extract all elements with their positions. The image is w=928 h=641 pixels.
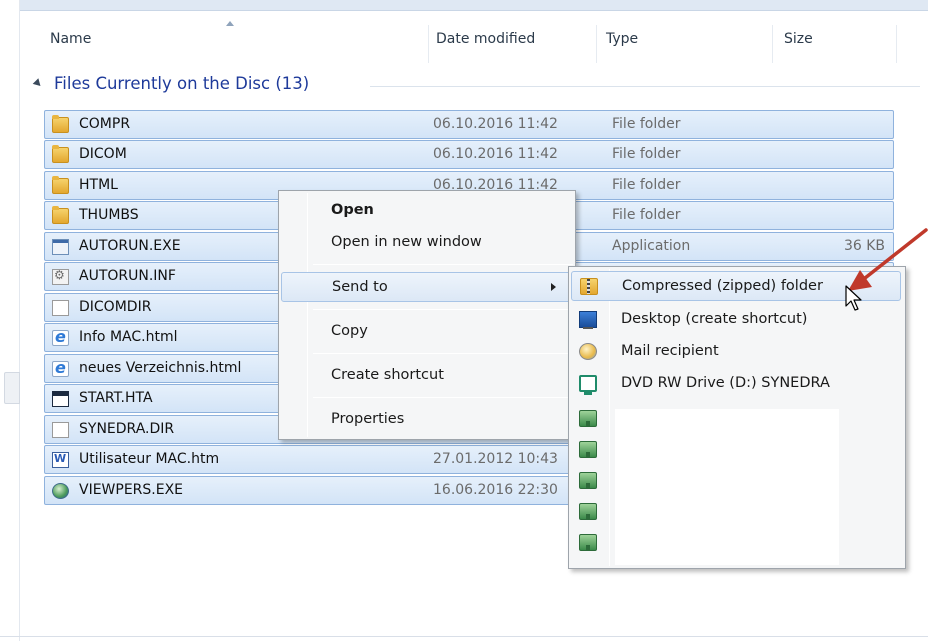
file-name: Info MAC.html bbox=[79, 329, 178, 345]
navigation-pane-edge bbox=[0, 0, 20, 641]
network-drive-icon bbox=[579, 441, 597, 458]
network-drive-icon bbox=[579, 472, 597, 489]
column-size[interactable]: Size bbox=[784, 31, 813, 47]
file-name: VIEWPERS.EXE bbox=[79, 482, 184, 498]
folder-icon bbox=[52, 176, 69, 194]
blank-file-icon bbox=[52, 422, 69, 438]
mail-icon bbox=[579, 343, 597, 360]
column-separator[interactable] bbox=[772, 25, 773, 63]
menu-item-create-shortcut[interactable]: Create shortcut bbox=[281, 361, 573, 391]
menu-item-open-new-window[interactable]: Open in new window bbox=[281, 228, 573, 258]
menu-item-network-drive[interactable] bbox=[571, 435, 901, 465]
file-name: AUTORUN.EXE bbox=[79, 238, 181, 254]
html-file-icon bbox=[52, 358, 69, 377]
mouse-cursor-icon bbox=[845, 285, 862, 311]
menu-item-label: Create shortcut bbox=[331, 367, 444, 383]
file-name: DICOM bbox=[79, 146, 127, 162]
file-row[interactable]: COMPR 06.10.2016 11:42 File folder bbox=[44, 110, 894, 139]
menu-item-copy[interactable]: Copy bbox=[281, 317, 573, 347]
menu-item-network-drive[interactable] bbox=[571, 528, 901, 558]
globe-app-icon bbox=[52, 483, 69, 499]
folder-icon bbox=[52, 145, 69, 163]
menu-item-network-drive[interactable] bbox=[571, 497, 901, 527]
file-name: START.HTA bbox=[79, 390, 153, 406]
file-type: File folder bbox=[612, 177, 681, 193]
application-icon bbox=[52, 239, 69, 255]
column-date-modified[interactable]: Date modified bbox=[436, 31, 535, 47]
desktop-icon bbox=[579, 311, 597, 329]
menu-separator bbox=[313, 309, 573, 310]
file-type: File folder bbox=[612, 207, 681, 223]
column-header-bar: Name Date modified Type Size bbox=[20, 11, 928, 63]
file-name: AUTORUN.INF bbox=[79, 268, 176, 284]
menu-item-label: Open in new window bbox=[331, 234, 482, 250]
menu-item-dvd-drive[interactable]: DVD RW Drive (D:) SYNEDRA bbox=[571, 369, 901, 399]
submenu-arrow-icon bbox=[551, 283, 556, 291]
menu-item-label: Compressed (zipped) folder bbox=[622, 278, 823, 294]
folder-icon bbox=[52, 115, 69, 133]
file-name: COMPR bbox=[79, 116, 131, 132]
file-date: 16.06.2016 22:30 bbox=[433, 482, 558, 498]
menu-separator bbox=[313, 397, 573, 398]
file-size: 36 KB bbox=[843, 238, 885, 254]
menu-item-mail-recipient[interactable]: Mail recipient bbox=[571, 337, 901, 367]
column-type[interactable]: Type bbox=[606, 31, 638, 47]
file-type: File folder bbox=[612, 116, 681, 132]
network-drive-icon bbox=[579, 410, 597, 427]
context-menu: Open Open in new window Send to Copy Cre… bbox=[278, 190, 576, 440]
network-drive-icon bbox=[579, 503, 597, 520]
sort-ascending-icon bbox=[226, 21, 234, 26]
file-date: 27.01.2012 10:43 bbox=[433, 451, 558, 467]
menu-item-open[interactable]: Open bbox=[281, 196, 573, 226]
menu-item-label: Desktop (create shortcut) bbox=[621, 311, 808, 327]
menu-item-network-drive[interactable] bbox=[571, 466, 901, 496]
menu-item-label: Open bbox=[331, 202, 374, 218]
html-file-icon bbox=[52, 327, 69, 346]
hta-file-icon bbox=[52, 391, 69, 407]
word-file-icon bbox=[52, 452, 69, 468]
file-name: neues Verzeichnis.html bbox=[79, 360, 242, 376]
file-name: HTML bbox=[79, 177, 118, 193]
zip-folder-icon bbox=[580, 278, 598, 295]
file-name: THUMBS bbox=[79, 207, 139, 223]
file-date: 06.10.2016 11:42 bbox=[433, 116, 558, 132]
column-separator[interactable] bbox=[428, 25, 429, 63]
menu-item-send-to[interactable]: Send to bbox=[281, 272, 573, 302]
folder-icon bbox=[52, 206, 69, 224]
menu-separator bbox=[313, 353, 573, 354]
menu-item-label: Copy bbox=[331, 323, 368, 339]
column-separator[interactable] bbox=[596, 25, 597, 63]
settings-file-icon bbox=[52, 268, 69, 285]
pane-resize-handle[interactable] bbox=[4, 372, 20, 404]
file-type: File folder bbox=[612, 146, 681, 162]
menu-item-label: Send to bbox=[332, 279, 388, 295]
group-title: Files Currently on the Disc (13) bbox=[54, 74, 310, 93]
menu-separator bbox=[313, 264, 573, 265]
column-name[interactable]: Name bbox=[50, 31, 91, 47]
group-divider bbox=[370, 86, 920, 87]
group-header[interactable]: Files Currently on the Disc (13) bbox=[32, 73, 924, 97]
file-name: Utilisateur MAC.htm bbox=[79, 451, 220, 467]
menu-item-label: Properties bbox=[331, 411, 405, 427]
column-separator[interactable] bbox=[896, 25, 897, 63]
menu-item-network-drive[interactable] bbox=[571, 404, 901, 434]
blank-file-icon bbox=[52, 300, 69, 316]
collapse-triangle-icon[interactable] bbox=[32, 78, 44, 89]
file-date: 06.10.2016 11:42 bbox=[433, 146, 558, 162]
menu-item-label: Mail recipient bbox=[621, 343, 719, 359]
menu-item-properties[interactable]: Properties bbox=[281, 405, 573, 435]
window-top-bar bbox=[0, 0, 928, 11]
bottom-divider bbox=[0, 636, 928, 637]
menu-item-label: DVD RW Drive (D:) SYNEDRA bbox=[621, 375, 830, 391]
network-drive-icon bbox=[579, 534, 597, 551]
dvd-drive-icon bbox=[579, 375, 597, 395]
file-name: DICOMDIR bbox=[79, 299, 152, 315]
file-name: SYNEDRA.DIR bbox=[79, 421, 175, 437]
file-type: Application bbox=[612, 238, 691, 254]
file-row[interactable]: DICOM 06.10.2016 11:42 File folder bbox=[44, 140, 894, 169]
